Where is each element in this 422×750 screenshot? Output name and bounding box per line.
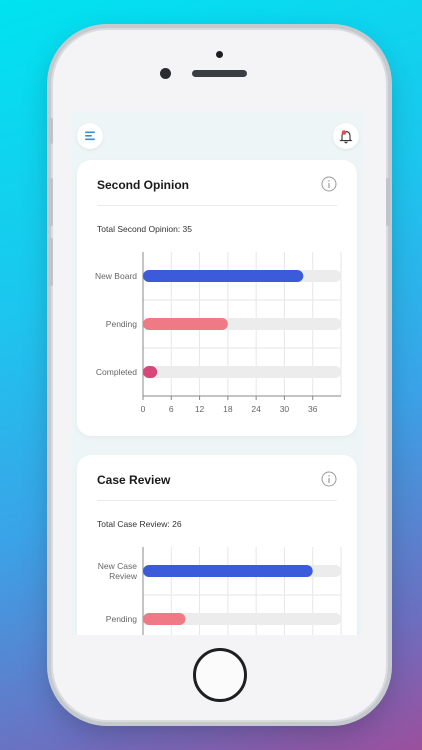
- card-title: Case Review: [97, 473, 171, 487]
- x-tick-label: 30: [280, 404, 290, 414]
- home-button[interactable]: [193, 648, 247, 702]
- card-title: Second Opinion: [97, 178, 189, 192]
- card-divider: [97, 205, 337, 206]
- bar: [143, 613, 186, 625]
- category-label: Review: [109, 571, 138, 581]
- x-tick-label: 12: [195, 404, 205, 414]
- app-screen: Second Opinion Total Second Opinion: 35 …: [71, 111, 363, 635]
- total-count-text: Total Second Opinion: 35: [97, 224, 192, 234]
- case-review-card: Case Review Total Case Review: 26 New Ca…: [77, 455, 357, 635]
- info-icon[interactable]: [321, 471, 337, 487]
- card-divider: [97, 500, 337, 501]
- info-icon[interactable]: [321, 176, 337, 192]
- earpiece-speaker: [192, 70, 247, 77]
- bar: [143, 270, 304, 282]
- x-tick-label: 36: [308, 404, 318, 414]
- notification-bell-icon: [339, 130, 353, 144]
- case-review-chart: New CaseReview Pending: [98, 547, 342, 635]
- x-tick-label: 18: [223, 404, 233, 414]
- volume-up-button: [49, 178, 53, 226]
- category-label: Completed: [96, 367, 137, 377]
- x-tick-label: 24: [251, 404, 261, 414]
- volume-down-button: [49, 238, 53, 286]
- front-camera: [160, 68, 171, 79]
- power-button: [386, 178, 390, 226]
- second-opinion-card: Second Opinion Total Second Opinion: 35 …: [77, 160, 357, 436]
- silent-switch: [49, 118, 53, 144]
- category-label: New Case: [98, 561, 137, 571]
- bar: [143, 565, 313, 577]
- notifications-button[interactable]: [333, 123, 359, 149]
- x-tick-label: 0: [141, 404, 146, 414]
- front-sensor: [216, 51, 223, 58]
- category-label: Pending: [106, 319, 137, 329]
- bar: [143, 366, 158, 378]
- second-opinion-chart: New Board Pending Completed 0 6 12 18 24 30 36: [95, 252, 342, 414]
- menu-button[interactable]: [77, 123, 103, 149]
- category-label: New Board: [95, 271, 137, 281]
- total-count-text: Total Case Review: 26: [97, 519, 182, 529]
- category-label: Pending: [106, 614, 137, 624]
- x-tick-label: 6: [169, 404, 174, 414]
- top-bar: [71, 111, 363, 155]
- hamburger-menu-icon: [85, 131, 95, 141]
- bar-track: [143, 366, 341, 378]
- bar: [143, 318, 228, 330]
